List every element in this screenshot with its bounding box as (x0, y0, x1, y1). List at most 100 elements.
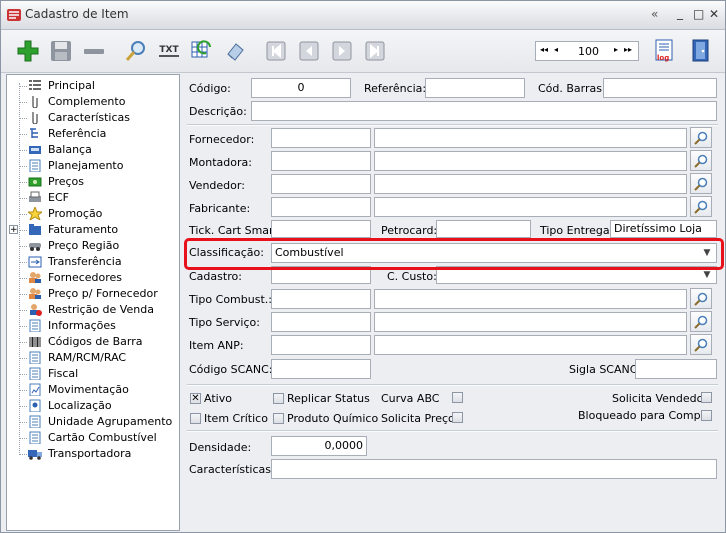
sigla-scanc-input[interactable] (635, 359, 717, 379)
tipo-entrega-label: Tipo Entrega: (540, 224, 614, 237)
curva-abc-checkbox[interactable] (452, 392, 463, 403)
add-button[interactable] (15, 38, 41, 64)
item-anp-name-input[interactable] (374, 335, 687, 355)
first-record-button[interactable] (263, 38, 289, 64)
separator (187, 384, 718, 386)
page-prev-icon[interactable]: ◂ (554, 45, 558, 54)
sidebar-item-cartao-combustivel[interactable]: Cartão Combustível (7, 430, 179, 446)
vendedor-name-input[interactable] (374, 174, 687, 194)
minimize-button[interactable]: _ (677, 6, 683, 20)
sidebar-item-unidade-agrupamento[interactable]: Unidade Agrupamento (7, 414, 179, 430)
vendedor-lookup-button[interactable] (690, 173, 712, 194)
sidebar-item-label: Códigos de Barra (48, 335, 143, 348)
sidebar-item-balanca[interactable]: Balança (7, 142, 179, 158)
solicita-vendedor-checkbox[interactable] (701, 392, 712, 403)
sidebar-item-planejamento[interactable]: Planejamento (7, 158, 179, 174)
tipo-servico-code-input[interactable] (271, 312, 371, 332)
sidebar-item-complemento[interactable]: Complemento (7, 94, 179, 110)
tipo-servico-name-input[interactable] (374, 312, 687, 332)
tipo-combust-name-input[interactable] (374, 289, 687, 309)
tipo-entrega-select[interactable]: Diretíssimo Loja (610, 220, 717, 238)
cod-barras-input[interactable] (603, 78, 717, 98)
grid-refresh-icon (191, 40, 211, 58)
next-record-button[interactable] (329, 38, 355, 64)
item-anp-lookup-button[interactable] (690, 334, 712, 355)
sidebar-item-fornecedores[interactable]: Fornecedores (7, 270, 179, 286)
replicar-status-label: Replicar Status (287, 392, 370, 405)
ativo-checkbox[interactable]: ✕ (190, 393, 201, 404)
fabricante-code-input[interactable] (271, 197, 371, 217)
clear-button[interactable] (222, 38, 248, 64)
sidebar-item-ecf[interactable]: ECF (7, 190, 179, 206)
fornecedor-name-input[interactable] (374, 128, 687, 148)
page-value[interactable]: 100 (578, 45, 599, 58)
montadora-code-input[interactable] (271, 151, 371, 171)
last-record-button[interactable] (362, 38, 388, 64)
tipo-combust-lookup-button[interactable] (690, 288, 712, 309)
codigo-input[interactable]: 0 (251, 78, 351, 98)
sidebar-item-transportadora[interactable]: Transportadora (7, 446, 179, 462)
exit-button[interactable] (687, 38, 713, 64)
sidebar-item-preco-p-fornecedor[interactable]: Preço p/ Fornecedor (7, 286, 179, 302)
sidebar-item-codigos-de-barra[interactable]: Códigos de Barra (7, 334, 179, 350)
replicar-status-checkbox[interactable] (273, 393, 284, 404)
tick-cart-smart-input[interactable] (271, 220, 371, 238)
sidebar-item-informacoes[interactable]: Informações (7, 318, 179, 334)
cadastro-item-window: Cadastro de Item « _ □ ✕ TXT ◂◂ ◂ 100 ▸ … (0, 0, 726, 533)
solicita-preco-checkbox[interactable] (452, 412, 463, 423)
tree-connector (19, 390, 27, 391)
sidebar-item-caracteristicas[interactable]: Características (7, 110, 179, 126)
sidebar-item-precos[interactable]: Preços (7, 174, 179, 190)
chevron-down-icon[interactable]: ▼ (700, 268, 714, 282)
sidebar-item-fiscal[interactable]: Fiscal (7, 366, 179, 382)
page-first-icon[interactable]: ◂◂ (540, 45, 548, 54)
sidebar-item-preco-regiao[interactable]: Preço Região (7, 238, 179, 254)
sidebar-item-principal[interactable]: Principal (7, 78, 179, 94)
expand-icon[interactable]: + (9, 225, 18, 235)
tree-connector (19, 294, 27, 295)
search-button[interactable] (123, 38, 149, 64)
referencia-input[interactable] (425, 78, 525, 98)
page-next-icon[interactable]: ▸ (614, 45, 618, 54)
scroll-left-icon[interactable]: « (651, 7, 658, 21)
item-anp-code-input[interactable] (271, 335, 371, 355)
produto-quimico-checkbox[interactable] (273, 413, 284, 424)
sidebar-item-referencia[interactable]: Referência (7, 126, 179, 142)
page-last-icon[interactable]: ▸▸ (624, 45, 632, 54)
densidade-input[interactable]: 0,0000 (271, 436, 367, 456)
refresh-button[interactable] (189, 38, 215, 64)
sidebar-item-faturamento[interactable]: + Faturamento (7, 222, 179, 238)
log-button[interactable]: log (652, 38, 678, 64)
sidebar-item-ram-rcm-rac[interactable]: RAM/RCM/RAC (7, 350, 179, 366)
item-critico-checkbox[interactable] (190, 413, 201, 424)
sidebar-item-label: Preço p/ Fornecedor (48, 287, 158, 300)
delete-button[interactable] (81, 38, 107, 64)
tipo-combust-code-input[interactable] (271, 289, 371, 309)
maximize-button[interactable]: □ (693, 7, 704, 21)
sidebar-item-restricao-de-venda[interactable]: Restrição de Venda (7, 302, 179, 318)
sidebar-item-transferencia[interactable]: Transferência (7, 254, 179, 270)
save-button[interactable] (48, 38, 74, 64)
montadora-name-input[interactable] (374, 151, 687, 171)
codigo-scanc-input[interactable] (271, 359, 371, 379)
previous-record-button[interactable] (296, 38, 322, 64)
close-button[interactable]: ✕ (709, 7, 719, 21)
folder-icon (29, 224, 41, 235)
vendedor-code-input[interactable] (271, 174, 371, 194)
magnifier-icon (694, 200, 708, 214)
caracteristicas-input[interactable] (271, 459, 717, 479)
fabricante-name-input[interactable] (374, 197, 687, 217)
tipo-servico-lookup-button[interactable] (690, 311, 712, 332)
descricao-input[interactable] (251, 101, 717, 121)
sidebar-item-promocao[interactable]: Promoção (7, 206, 179, 222)
montadora-lookup-button[interactable] (690, 150, 712, 171)
fornecedor-lookup-button[interactable] (690, 127, 712, 148)
navigation-tree: Principal Complemento Características Refer… (6, 74, 180, 531)
sidebar-item-movimentacao[interactable]: Movimentação (7, 382, 179, 398)
fornecedor-code-input[interactable] (271, 128, 371, 148)
bloqueado-compra-checkbox[interactable] (701, 410, 712, 421)
petrocard-input[interactable] (436, 220, 531, 238)
txt-export-button[interactable]: TXT (156, 38, 182, 64)
fabricante-lookup-button[interactable] (690, 196, 712, 217)
sidebar-item-localizacao[interactable]: Localização (7, 398, 179, 414)
